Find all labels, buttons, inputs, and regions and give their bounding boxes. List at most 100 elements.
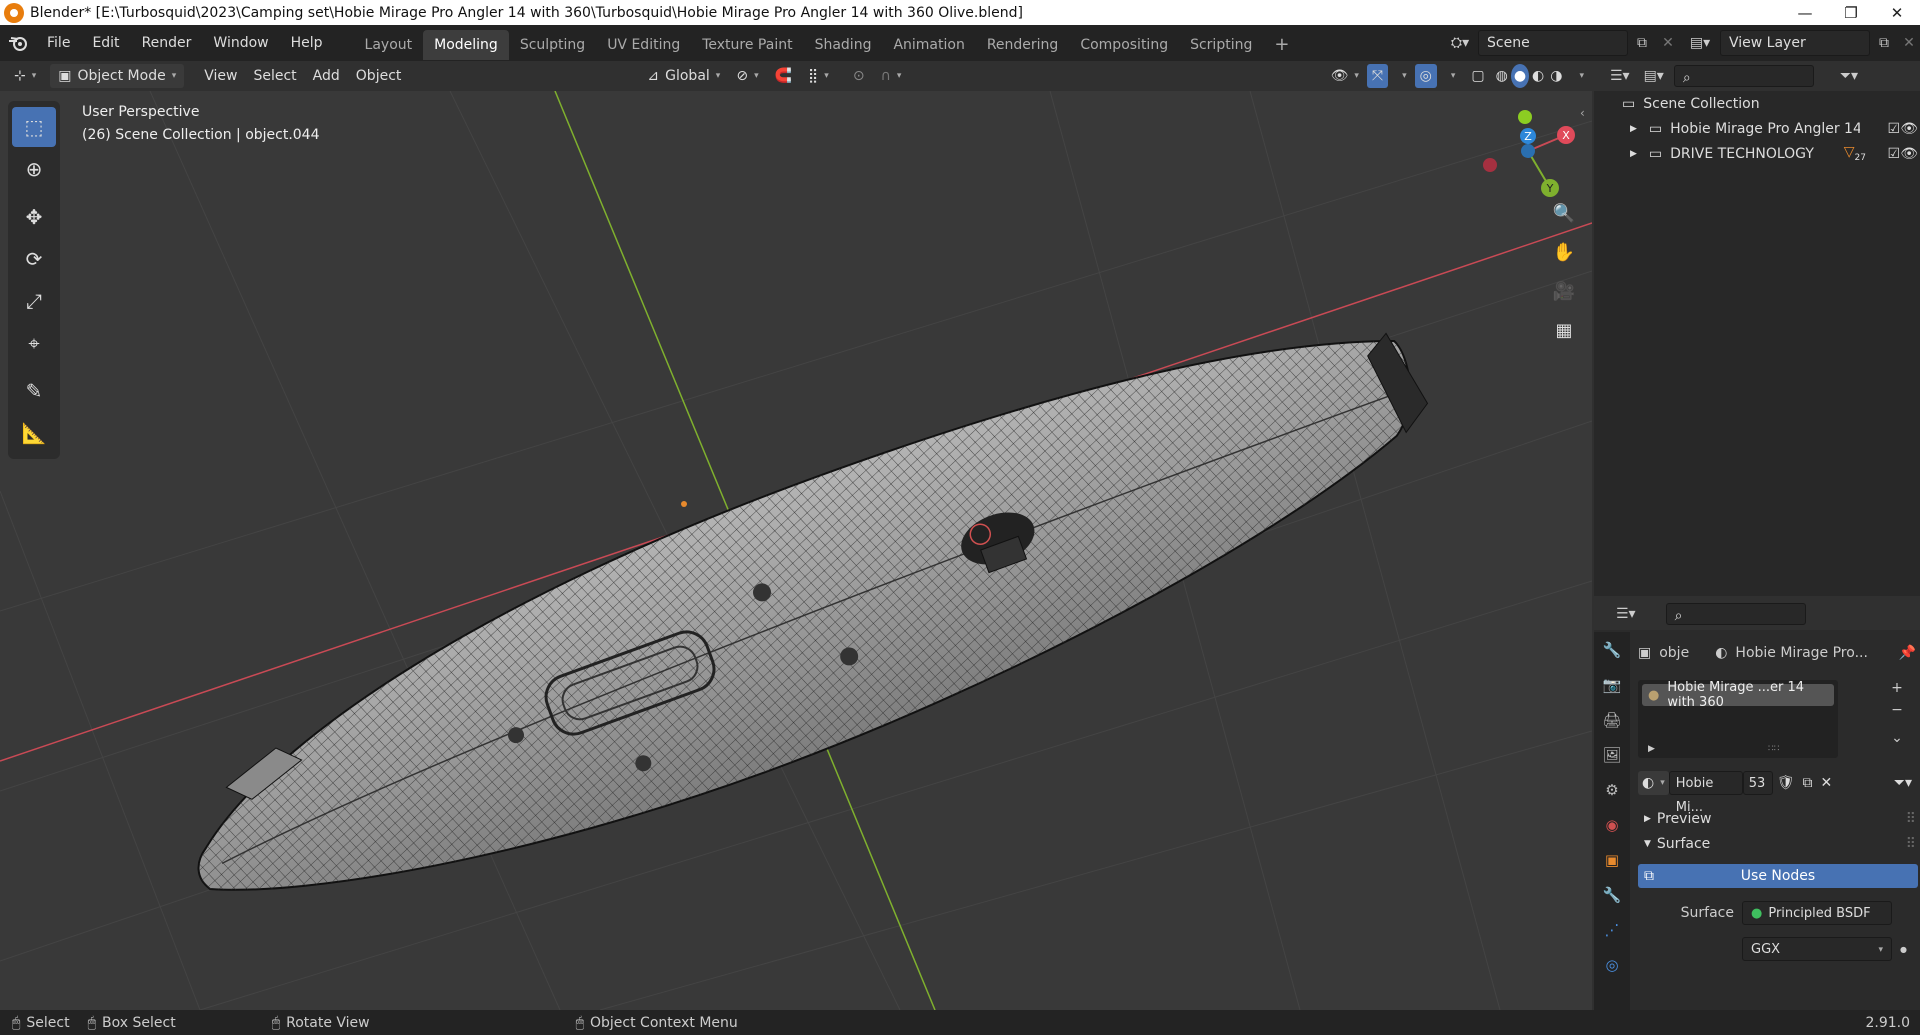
world-tab-icon[interactable]: ◉ — [1594, 807, 1630, 842]
surface-section[interactable]: ▼ Surface ⠿ — [1638, 831, 1916, 857]
tab-modeling[interactable]: Modeling — [423, 29, 509, 60]
remove-slot-button[interactable]: − — [1886, 702, 1908, 722]
proportional-falloff-dropdown[interactable]: ∩ ▾ — [873, 64, 910, 88]
material-slot[interactable]: ● Hobie Mirage ...er 14 with 360 — [1642, 680, 1834, 710]
navigation-gizmo[interactable]: X Y Z — [1468, 91, 1588, 211]
pivot-point-dropdown[interactable]: ⊘ ▾ — [728, 64, 766, 88]
drag-handle-icon[interactable]: ⠿ — [1906, 811, 1916, 827]
proportional-edit-toggle[interactable]: ⊙ — [845, 64, 873, 88]
node-link-button[interactable]: ⏷▾ — [1890, 771, 1916, 795]
particles-tab-icon[interactable]: ⋰ — [1594, 912, 1630, 947]
tab-layout[interactable]: Layout — [354, 30, 424, 60]
gizmo-toggle[interactable]: ⤧ — [1366, 64, 1389, 88]
eye-icon[interactable]: 👁 — [1900, 121, 1918, 137]
measure-tool[interactable]: 📐 — [12, 413, 56, 453]
snap-toggle[interactable]: 🧲 — [767, 64, 800, 88]
gizmo-dropdown[interactable]: ▾ — [1388, 64, 1415, 88]
object-mode-dropdown[interactable]: ▣ Object Mode ▾ — [50, 64, 185, 88]
3d-viewport[interactable]: ⬚ ⊕ ✥ ⟳ ⤢ ⌖ ✎ 📐 User Perspective (26) Sc… — [0, 91, 1592, 1010]
exclude-checkbox[interactable]: ☑ — [1887, 121, 1900, 137]
drag-handle-icon[interactable]: ⠿ — [1906, 836, 1916, 852]
tab-rendering[interactable]: Rendering — [976, 30, 1070, 60]
pan-view-icon[interactable]: ✋ — [1548, 236, 1580, 268]
view-layer-field[interactable]: View Layer — [1720, 30, 1870, 56]
scale-tool[interactable]: ⤢ — [12, 281, 56, 321]
camera-view-icon[interactable]: 🎥 — [1548, 275, 1580, 307]
use-nodes-button[interactable]: ⧉ Use Nodes — [1638, 864, 1918, 888]
shading-material-button[interactable]: ◐ — [1529, 64, 1547, 88]
new-view-layer-icon[interactable]: ⧉ — [1870, 35, 1898, 51]
menu-object[interactable]: Object — [348, 64, 410, 88]
restore-button[interactable]: ❐ — [1828, 4, 1874, 22]
physics-tab-icon[interactable]: ◎ — [1594, 947, 1630, 982]
minimize-button[interactable]: — — [1782, 4, 1828, 22]
material-slot-list[interactable]: ● Hobie Mirage ...er 14 with 360 ▶ ∷∷ — [1638, 680, 1838, 758]
close-button[interactable]: ✕ — [1874, 4, 1920, 22]
remove-view-layer-icon[interactable]: ✕ — [1898, 35, 1920, 51]
scene-name-field[interactable]: Scene — [1478, 30, 1628, 56]
menu-help[interactable]: Help — [280, 25, 334, 61]
tab-sculpting[interactable]: Sculpting — [509, 30, 596, 60]
pin-icon[interactable]: 📌 — [1899, 645, 1916, 661]
tab-shading[interactable]: Shading — [804, 30, 883, 60]
cursor-tool[interactable]: ⊕ — [12, 149, 56, 189]
tab-uv-editing[interactable]: UV Editing — [596, 30, 691, 60]
tab-texture-paint[interactable]: Texture Paint — [691, 30, 803, 60]
slot-specials-button[interactable]: ⌄ — [1886, 730, 1908, 750]
tab-animation[interactable]: Animation — [882, 30, 975, 60]
transform-orientation-dropdown[interactable]: ⊿ Global ▾ — [639, 64, 728, 88]
tab-scripting[interactable]: Scripting — [1179, 30, 1263, 60]
editor-type-button[interactable]: ⊹ ▾ — [6, 64, 44, 88]
ortho-toggle-icon[interactable]: ▦ — [1548, 314, 1580, 346]
zoom-view-icon[interactable]: 🔍 — [1548, 197, 1580, 229]
select-box-tool[interactable]: ⬚ — [12, 107, 56, 147]
view-layer-tab-icon[interactable]: 🖼 — [1594, 737, 1630, 772]
filter-icon[interactable]: ⏷▾ — [1840, 68, 1858, 84]
list-resize-handle[interactable]: ∷∷ — [1768, 744, 1779, 754]
menu-window[interactable]: Window — [202, 25, 279, 61]
expand-arrow-icon[interactable]: ▶ — [1630, 149, 1637, 159]
xray-toggle[interactable]: ▢ — [1463, 64, 1492, 88]
overlay-toggle[interactable]: ◎ — [1414, 64, 1437, 88]
move-tool[interactable]: ✥ — [12, 197, 56, 237]
outliner-root[interactable]: ▭ Scene Collection — [1594, 91, 1920, 116]
shading-dropdown[interactable]: ▾ — [1565, 64, 1592, 88]
modifier-tab-icon[interactable]: 🔧 — [1594, 877, 1630, 912]
tool-tab-icon[interactable]: 🔧 — [1594, 632, 1630, 667]
outliner-item[interactable]: ▶ ▭ Hobie Mirage Pro Angler 14 wi ☑ 👁 — [1594, 116, 1920, 141]
unlink-material-button[interactable]: ✕ — [1817, 771, 1837, 795]
surface-shader-dropdown[interactable]: ● Principled BSDF — [1742, 901, 1892, 925]
display-mode-icon[interactable]: ▤▾ — [1644, 68, 1664, 84]
user-count-button[interactable]: 53 — [1742, 771, 1773, 795]
remove-scene-icon[interactable]: ✕ — [1656, 35, 1680, 51]
browse-material-button[interactable]: ◐ ▾ — [1638, 771, 1669, 795]
blender-menu-icon[interactable] — [0, 25, 36, 61]
duplicate-material-button[interactable]: ⧉ — [1799, 771, 1817, 795]
expand-arrow-icon[interactable]: ▶ — [1630, 124, 1637, 134]
scene-tab-icon[interactable]: ⚙ — [1594, 772, 1630, 807]
output-tab-icon[interactable]: 🖨 — [1594, 702, 1630, 737]
shading-solid-button[interactable]: ● — [1510, 64, 1530, 88]
visibility-dropdown[interactable]: 👁 ▾ — [1323, 64, 1367, 88]
properties-editor-icon[interactable]: ☰▾ — [1616, 606, 1636, 622]
eye-icon[interactable]: 👁 — [1900, 146, 1918, 162]
menu-add[interactable]: Add — [305, 64, 348, 88]
snap-type-dropdown[interactable]: ⣿ ▾ — [800, 64, 837, 88]
overlay-dropdown[interactable]: ▾ — [1437, 64, 1464, 88]
shading-rendered-button[interactable]: ◑ — [1547, 64, 1565, 88]
object-tab-icon[interactable]: ▣ — [1594, 842, 1630, 877]
outliner-item[interactable]: ▶ ▭ DRIVE TECHNOLOGY ▽27 ☑ 👁 — [1594, 141, 1920, 166]
properties-search-input[interactable]: ⌕ — [1665, 603, 1806, 625]
sidebar-toggle-icon[interactable]: ‹ — [1580, 106, 1585, 120]
view-layer-selector-icon[interactable]: ▤▾ — [1680, 35, 1720, 51]
exclude-checkbox[interactable]: ☑ — [1887, 146, 1900, 162]
add-workspace-button[interactable]: + — [1263, 30, 1300, 60]
menu-render[interactable]: Render — [131, 25, 203, 61]
shading-wireframe-button[interactable]: ◍ — [1493, 64, 1511, 88]
rotate-tool[interactable]: ⟳ — [12, 239, 56, 279]
tab-compositing[interactable]: Compositing — [1069, 30, 1179, 60]
menu-file[interactable]: File — [36, 25, 81, 61]
menu-edit[interactable]: Edit — [81, 25, 130, 61]
fake-user-button[interactable]: 🛡 — [1773, 771, 1799, 795]
menu-select[interactable]: Select — [245, 64, 304, 88]
